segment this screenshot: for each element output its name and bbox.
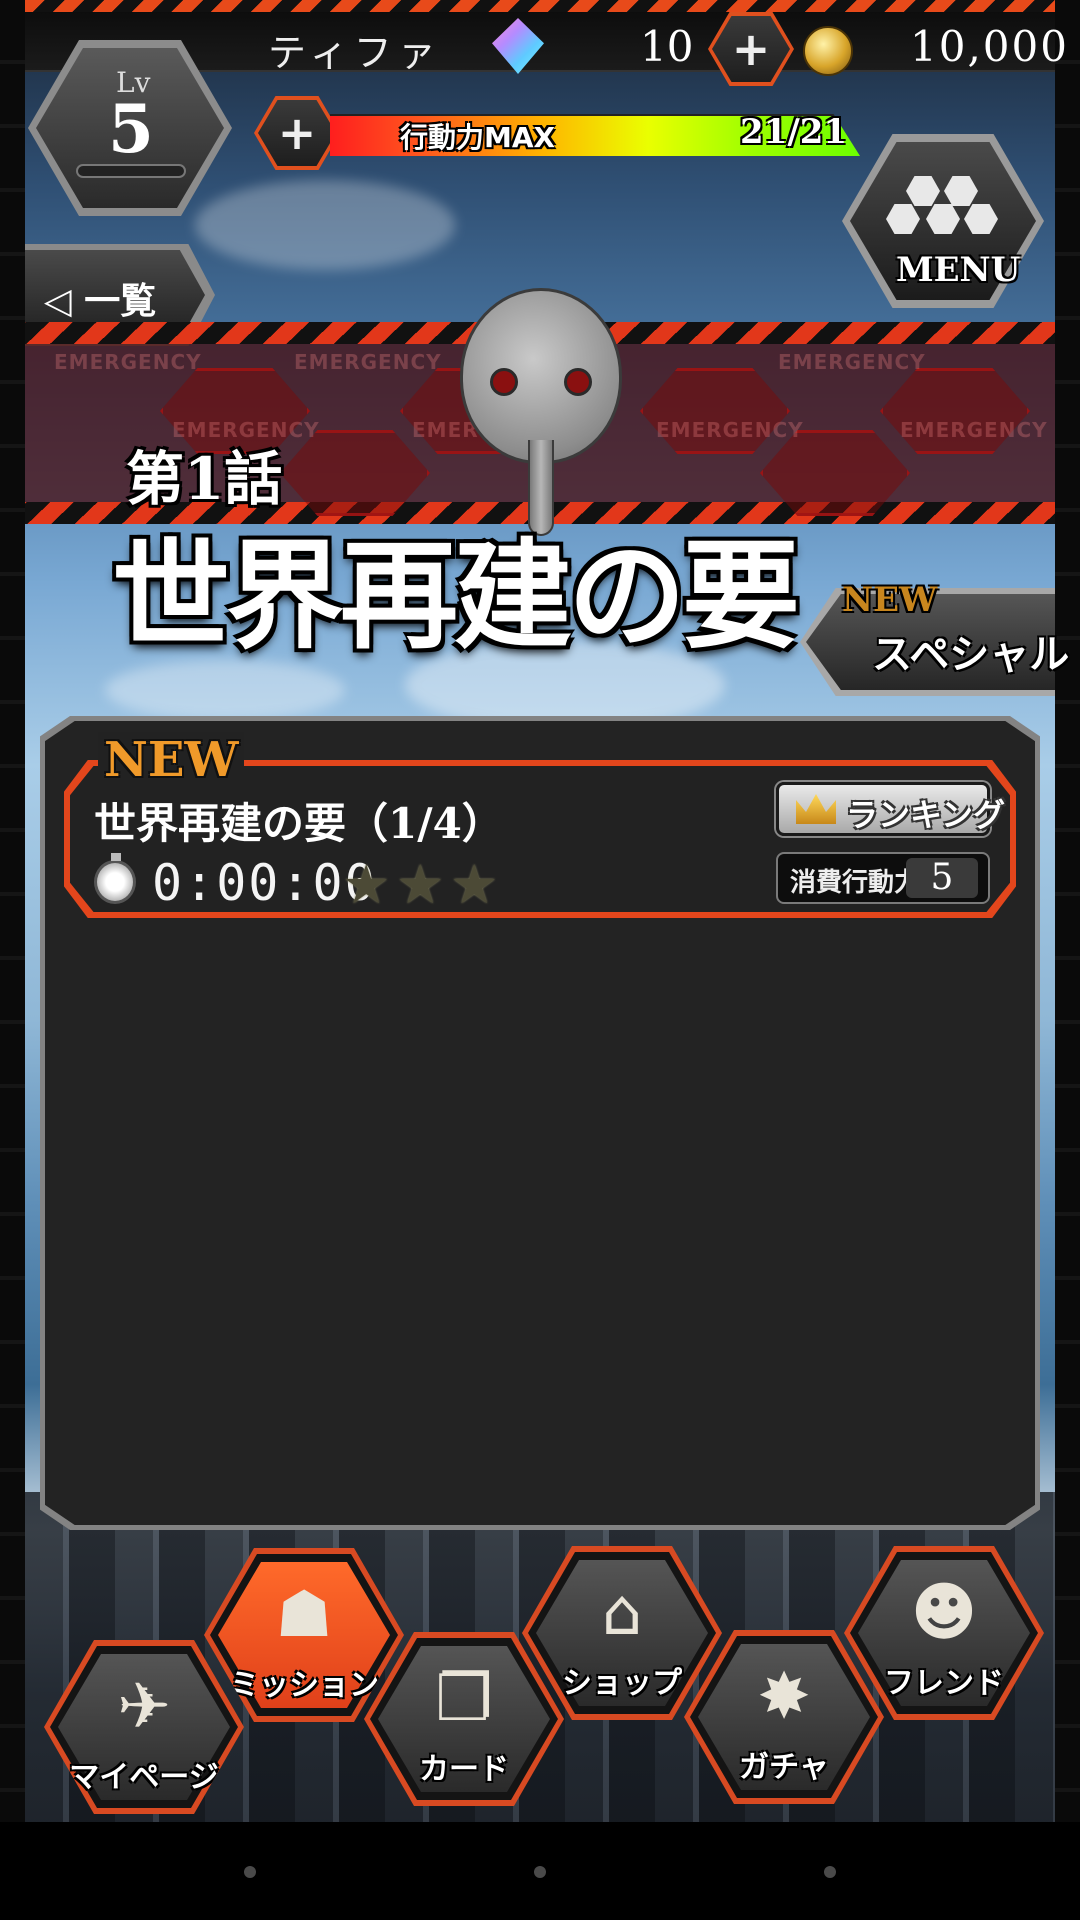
stamina-label: 行動力MAX xyxy=(400,121,556,154)
coin-icon xyxy=(803,26,853,76)
coin-count: 10,000 xyxy=(910,22,1069,71)
stage-new-badge: NEW xyxy=(98,732,245,788)
mask-eye xyxy=(490,368,518,396)
seele-mask-emblem xyxy=(460,288,622,464)
stamina-cost-label: 消費行動力 xyxy=(790,868,921,898)
emergency-text: EMERGENCY xyxy=(54,350,202,374)
gacha-icon: ✸ xyxy=(757,1660,811,1734)
left-border-stripe xyxy=(0,0,25,1822)
emergency-text: EMERGENCY xyxy=(656,418,804,442)
emergency-text: EMERGENCY xyxy=(294,350,442,374)
gem-count: 10 xyxy=(640,22,694,71)
menu-label: MENU xyxy=(896,250,1021,290)
exp-bar xyxy=(76,164,186,178)
friend-icon: ☻ xyxy=(910,1576,978,1650)
stamina-value: 21/21 xyxy=(740,112,848,152)
star-icon: ★ xyxy=(396,853,445,916)
cloud xyxy=(195,180,455,270)
special-new-badge: NEW xyxy=(842,580,938,620)
stage-title: 世界再建の要（1/4） xyxy=(94,799,504,848)
level-value: 5 xyxy=(108,90,154,168)
back-to-list-label: ◁ 一覧 xyxy=(44,281,157,322)
nerv-icon: ✈ xyxy=(117,1670,171,1744)
stamina-cost-value: 5 xyxy=(906,858,978,898)
episode-title: 世界再建の要 xyxy=(112,526,800,665)
mask-eye xyxy=(564,368,592,396)
nav-back-dot[interactable] xyxy=(244,1866,256,1878)
plus-icon: + xyxy=(712,16,790,82)
nav-home-dot[interactable] xyxy=(534,1866,546,1878)
emergency-text: EMERGENCY xyxy=(900,418,1048,442)
cards-icon: ❐ xyxy=(435,1662,493,1736)
emergency-text: EMERGENCY xyxy=(778,350,926,374)
star-icon: ★ xyxy=(450,853,499,916)
plus-icon: + xyxy=(258,100,336,166)
shop-icon: ⌂ xyxy=(601,1576,643,1650)
top-hazard-stripe xyxy=(25,0,1055,12)
mission-mask-icon: ☗ xyxy=(275,1578,333,1652)
nav-recent-dot[interactable] xyxy=(824,1866,836,1878)
player-name: ティファ xyxy=(268,31,442,75)
right-border-stripe xyxy=(1055,0,1080,1822)
stopwatch-icon xyxy=(94,853,136,904)
star-icon: ★ xyxy=(342,853,391,916)
ranking-label: ランキング xyxy=(846,796,1006,834)
special-label: スペシャル xyxy=(872,632,1070,678)
